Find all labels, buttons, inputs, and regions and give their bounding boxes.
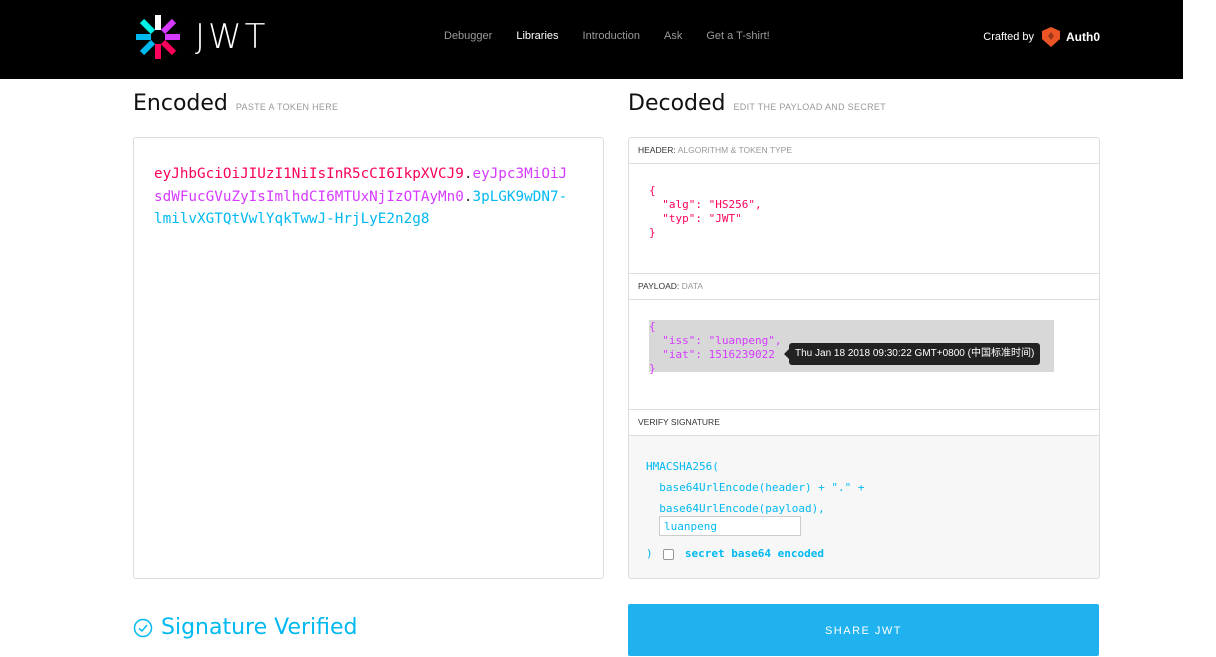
encoded-token-editor[interactable]: eyJhbGciOiJIUzI1NiIsInR5cCI6IkpXVCJ9.eyJ…	[133, 137, 604, 579]
nav-link-libraries[interactable]: Libraries	[516, 30, 558, 42]
verify-line: base64UrlEncode(header) + "." +	[646, 481, 865, 494]
header-json[interactable]: { "alg": "HS256", "typ": "JWT" }	[649, 184, 762, 240]
verify-section-label: VERIFY SIGNATURE	[629, 410, 1099, 436]
decoded-title: Decoded EDIT THE PAYLOAD AND SECRET	[628, 91, 886, 116]
nav-link-t-shirt[interactable]: Get a T-shirt!	[706, 30, 769, 42]
secret-input[interactable]	[659, 516, 801, 536]
secret-base64-label[interactable]: secret base64 encoded	[685, 547, 824, 560]
share-jwt-button[interactable]: SHARE JWT	[628, 604, 1099, 656]
crafted-by-auth0[interactable]: Crafted by Auth0	[983, 26, 1100, 48]
payload-line: "iat": 1516239022	[649, 348, 775, 361]
nav-link-debugger[interactable]: Debugger	[444, 30, 492, 42]
verify-signature-body: HMACSHA256( base64UrlEncode(header) + ".…	[629, 436, 1099, 578]
verify-close-row: ) secret base64 encoded	[646, 543, 865, 564]
verify-close-paren: )	[646, 547, 653, 560]
header-line: }	[649, 226, 656, 239]
encoded-subheading: PASTE A TOKEN HERE	[235, 102, 339, 112]
logo-text: JWT	[195, 17, 269, 57]
header-section-label: HEADER: ALGORITHM & TOKEN TYPE	[629, 138, 1099, 164]
signature-verified-text: Signature Verified	[161, 615, 358, 640]
payload-line: "iss": "luanpeng",	[649, 334, 782, 347]
token-header-part: eyJhbGciOiJIUzI1NiIsInR5cCI6IkpXVCJ9	[154, 166, 464, 182]
iat-date-tooltip: Thu Jan 18 2018 09:30:22 GMT+0800 (中国标准时…	[783, 343, 1041, 365]
payload-json-editor[interactable]: { "iss": "luanpeng", "iat": 1516239022 }…	[629, 300, 1099, 410]
payload-sublabel: DATA	[681, 281, 704, 291]
nav-link-ask[interactable]: Ask	[664, 30, 682, 42]
payload-line: {	[649, 320, 656, 333]
payload-section-label: PAYLOAD: DATA	[629, 274, 1099, 300]
verify-label: VERIFY SIGNATURE	[638, 417, 720, 427]
crafted-by-label: Crafted by	[983, 31, 1034, 43]
top-navbar: JWT Debugger Libraries Introduction Ask …	[0, 0, 1183, 79]
jwt-logo-icon	[136, 15, 180, 59]
encoded-title: Encoded PASTE A TOKEN HERE	[133, 91, 338, 116]
verify-code: HMACSHA256( base64UrlEncode(header) + ".…	[646, 456, 865, 564]
encoded-token[interactable]: eyJhbGciOiJIUzI1NiIsInR5cCI6IkpXVCJ9.eyJ…	[154, 163, 574, 231]
header-line: "typ": "JWT"	[649, 212, 742, 225]
header-line: "alg": "HS256",	[649, 198, 762, 211]
auth0-logo-icon	[1042, 27, 1060, 47]
payload-json[interactable]: { "iss": "luanpeng", "iat": 1516239022 }	[649, 320, 781, 376]
nav-links: Debugger Libraries Introduction Ask Get …	[444, 30, 794, 42]
payload-line: }	[649, 362, 656, 375]
verify-line: HMACSHA256(	[646, 460, 719, 473]
payload-label: PAYLOAD:	[638, 281, 680, 291]
signature-verified-status: Signature Verified	[133, 615, 358, 640]
header-line: {	[649, 184, 656, 197]
decoded-subheading: EDIT THE PAYLOAD AND SECRET	[733, 102, 886, 112]
secret-base64-checkbox[interactable]	[663, 548, 675, 560]
decoded-heading: Decoded	[628, 91, 726, 116]
encoded-heading: Encoded	[133, 91, 228, 116]
header-json-editor[interactable]: { "alg": "HS256", "typ": "JWT" }	[629, 164, 1099, 274]
nav-link-introduction[interactable]: Introduction	[583, 30, 640, 42]
auth0-label: Auth0	[1066, 30, 1100, 44]
check-circle-icon	[133, 618, 153, 637]
jwt-logo[interactable]: JWT	[133, 12, 268, 62]
header-sublabel: ALGORITHM & TOKEN TYPE	[677, 145, 793, 155]
decoded-panel: HEADER: ALGORITHM & TOKEN TYPE { "alg": …	[628, 137, 1100, 579]
header-label: HEADER:	[638, 145, 676, 155]
